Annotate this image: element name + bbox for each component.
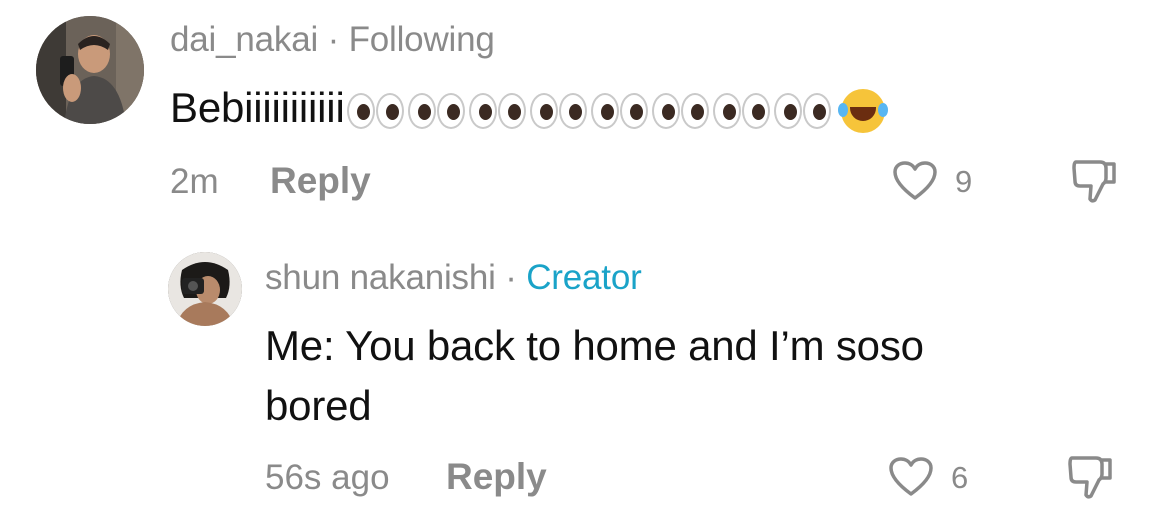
comment-text-main: Bebiiiiiiiiiii [170, 84, 345, 131]
eyes-emoji [468, 92, 526, 129]
comment-header: dai_nakai · Following [170, 20, 495, 60]
creator-avatar[interactable] [168, 252, 242, 326]
comment-time: 2m [170, 162, 219, 201]
dislike-icon[interactable] [1070, 156, 1120, 204]
comment-header: shun nakanishi · Creator [265, 258, 642, 298]
eyes-emoji [529, 92, 587, 129]
eyes-emoji [407, 92, 465, 129]
like-count: 9 [955, 164, 973, 199]
comment-text: Me: You back to home and I’m soso bored [265, 316, 924, 436]
comment-time: 56s ago [265, 458, 390, 497]
following-label: Following [348, 20, 495, 59]
separator-dot: · [327, 20, 340, 59]
comment-text-line: bored [265, 382, 372, 429]
commenter-avatar[interactable] [36, 16, 144, 124]
reply-button[interactable]: Reply [446, 456, 547, 498]
comment-text-line: Me: You back to home and I’m soso [265, 322, 924, 369]
heart-icon[interactable] [888, 456, 934, 498]
eyes-emoji [712, 92, 770, 129]
laughing-tears-emoji [837, 88, 885, 133]
comment-text: Bebiiiiiiiiiii [170, 78, 885, 138]
eyes-emoji [651, 92, 709, 129]
reply-button[interactable]: Reply [270, 160, 371, 202]
eyes-emoji [346, 92, 404, 129]
separator-dot: · [505, 258, 517, 297]
avatar-image [36, 16, 144, 124]
username[interactable]: dai_nakai [170, 20, 318, 59]
like-count: 6 [951, 460, 969, 495]
heart-icon[interactable] [892, 160, 938, 202]
dislike-icon[interactable] [1066, 452, 1116, 500]
eyes-emoji [773, 92, 831, 129]
eyes-emoji [590, 92, 648, 129]
avatar-image [168, 252, 242, 326]
username[interactable]: shun nakanishi [265, 258, 496, 297]
emoji-row [346, 88, 885, 133]
creator-badge: Creator [526, 258, 642, 297]
